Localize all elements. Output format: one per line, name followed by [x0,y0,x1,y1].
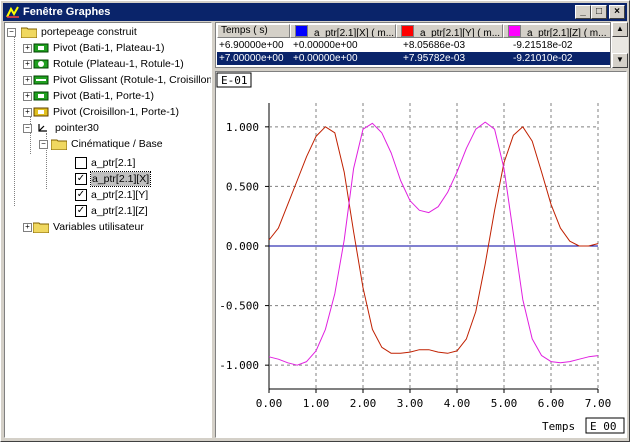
scroll-up-button[interactable]: ▲ [612,22,628,37]
minimize-button[interactable]: _ [575,5,591,19]
pivot-joint-icon [33,43,49,53]
channel-label: a_ptr[2.1] [91,157,136,169]
x-tick-label: 3.00 [397,397,424,410]
x-tick-label: 2.00 [350,397,377,410]
pointer-axes-icon [38,124,47,132]
channel-checkbox[interactable]: ✓ [75,205,87,217]
folder-icon [21,27,37,38]
app-icon [6,6,19,18]
x-axis-title: Temps [542,420,575,433]
ball-joint-icon [33,59,49,69]
x-tick-label: 1.00 [303,397,330,410]
expand-icon[interactable]: + [23,76,32,85]
table-cell: -9.21010e-02 [513,53,573,64]
values-table: Temps ( s) a_ptr[2.1][X] ( m... a_ptr[2.… [215,22,611,68]
column-header-y[interactable]: a_ptr[2.1][Y] ( m... [396,24,503,38]
y-exponent-label: E-01 [221,74,248,87]
y-tick-label: -0.500 [219,300,259,313]
tree-item-label: Pivot (Croisillon-1, Porte-1) [53,106,180,118]
title-bar[interactable]: Fenêtre Graphes _ □ × [3,3,627,21]
series-color-swatch [401,25,414,37]
tree-item-label: Pivot (Bati-1, Plateau-1) [53,42,165,54]
table-cell: +0.00000e+00 [293,53,358,64]
tree-root-label: portepeage construit [41,26,137,38]
x-tick-label: 7.00 [585,397,612,410]
folder-icon [51,139,67,150]
table-cell: +6.90000e+00 [219,40,284,51]
x-exponent-label: E 00 [590,420,617,433]
channel-label: a_ptr[2.1][Z] [91,205,148,217]
collapse-icon[interactable]: − [39,140,48,149]
expand-icon[interactable]: + [23,223,32,232]
channel-checkbox[interactable]: ✓ [75,189,87,201]
expand-icon[interactable]: + [23,60,32,69]
x-tick-label: 5.00 [491,397,518,410]
column-header-z[interactable]: a_ptr[2.1][Z] ( m... [503,24,610,38]
series-color-swatch [508,25,521,37]
collapse-icon[interactable]: − [23,124,32,133]
tree-item-label: Rotule (Plateau-1, Rotule-1) [53,58,184,70]
x-tick-label: 6.00 [538,397,565,410]
series-line-1 [268,126,599,354]
y-tick-label: 0.000 [226,240,259,253]
column-header-x[interactable]: a_ptr[2.1][X] ( m... [290,24,396,38]
tree-guide-line [30,115,31,154]
table-cell: +0.00000e+00 [293,40,358,51]
column-header-label: a_ptr[2.1][Y] ( m... [420,28,501,38]
expand-icon[interactable]: + [23,92,32,101]
column-header-label: Temps ( s) [221,25,268,36]
channel-checkbox[interactable] [75,157,87,169]
column-header-time[interactable]: Temps ( s) [217,24,290,38]
folder-icon [33,222,49,233]
close-button[interactable]: × [609,5,625,19]
x-tick-label: 4.00 [444,397,471,410]
table-row[interactable]: +6.90000e+00 +0.00000e+00 +8.05686e-03 -… [217,39,610,52]
tree-folder-label: Cinématique / Base [71,138,163,150]
channel-checkbox[interactable]: ✓ [75,173,87,185]
maximize-button[interactable]: □ [591,5,607,19]
table-cell: -9.21518e-02 [513,40,573,51]
column-header-label: a_ptr[2.1][X] ( m... [314,28,395,38]
table-scrollbar[interactable]: ▲ ▼ [611,22,628,68]
results-panel: Temps ( s) a_ptr[2.1][X] ( m... a_ptr[2.… [215,22,628,438]
table-cell: +7.95782e-03 [403,53,466,64]
x-tick-label: 0.00 [256,397,283,410]
y-tick-label: 0.500 [226,180,259,193]
y-tick-label: 1.000 [226,121,259,134]
channel-label: a_ptr[2.1][X] [89,171,152,187]
collapse-icon[interactable]: − [7,28,16,37]
table-cell: +8.05686e-03 [403,40,466,51]
series-line-2 [268,121,599,366]
table-row[interactable]: +7.00000e+00 +0.00000e+00 +7.95782e-03 -… [217,52,610,65]
pivot-joint-icon [33,91,49,101]
tree-guide-line [14,35,15,206]
channel-label: a_ptr[2.1][Y] [91,189,149,201]
line-chart: 0.00 1.00 2.00 3.00 4.00 5.00 6.00 7.00 1.000 0.5… [216,72,625,434]
tree-user-vars-label: Variables utilisateur [53,221,144,233]
series-color-swatch [295,25,308,37]
column-header-label: a_ptr[2.1][Z] ( m... [527,28,607,38]
table-cell: +7.00000e+00 [219,53,284,64]
tree-item-label: Pivot (Bati-1, Porte-1) [53,90,154,102]
graph-window: Fenêtre Graphes _ □ × − portepeage const… [0,0,630,442]
tree-pointer-label: pointer30 [55,122,99,134]
expand-icon[interactable]: + [23,44,32,53]
expand-icon[interactable]: + [23,108,32,117]
scroll-down-button[interactable]: ▼ [612,53,628,68]
tree-item-label: Pivot Glissant (Rotule-1, Croisillon-1) [53,74,212,86]
pivot-joint-yellow-icon [33,107,49,117]
window-title: Fenêtre Graphes [23,6,111,18]
graph-area[interactable]: 0.00 1.00 2.00 3.00 4.00 5.00 6.00 7.00 1.000 0.5… [215,71,627,438]
y-tick-label: -1.000 [219,359,259,372]
cylindrical-joint-icon [33,75,49,85]
model-tree: − portepeage construit + Pivot (Bati-1, … [4,22,212,438]
